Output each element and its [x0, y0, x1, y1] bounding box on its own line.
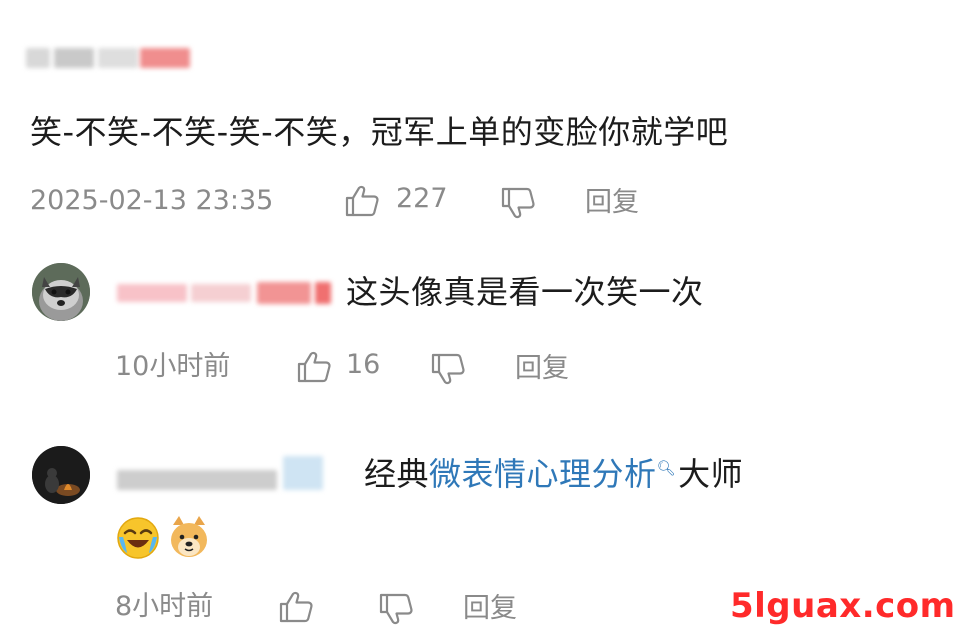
topic-link[interactable]: 微表情心理分析	[429, 455, 657, 493]
avatar[interactable]	[32, 263, 90, 321]
comment-reply-button[interactable]: 回复	[585, 186, 639, 220]
reply-dislike-button[interactable]	[378, 592, 414, 626]
reply-dislike-button[interactable]	[430, 352, 466, 386]
comment-dislike-button[interactable]	[500, 186, 536, 220]
reply-text: 经典微表情心理分析🔍︎大师	[364, 454, 743, 494]
reply-reply-button[interactable]: 回复	[515, 352, 569, 386]
thumbs-down-icon	[430, 352, 466, 386]
reply-reply-button[interactable]: 回复	[463, 592, 517, 626]
reply-text: 这头像真是看一次笑一次	[346, 273, 704, 311]
search-icon: 🔍︎	[656, 459, 677, 477]
reply-author-blurred[interactable]	[115, 278, 335, 308]
thumbs-up-icon	[296, 350, 332, 384]
emoji-row	[115, 513, 215, 563]
thumbs-down-icon	[378, 592, 414, 626]
comment-timestamp: 2025-02-13 23:35	[30, 185, 274, 216]
reply-time: 8小时前	[115, 591, 214, 622]
reply-time: 10小时前	[115, 351, 231, 382]
laughing-crying-emoji-icon	[115, 515, 161, 565]
reply-like-count: 16	[346, 349, 381, 380]
comment-like-button[interactable]: 227	[344, 182, 454, 218]
reply-like-button[interactable]	[278, 590, 314, 624]
thumbs-up-icon	[278, 590, 314, 624]
doge-emoji-icon	[165, 513, 213, 565]
comment-like-count: 227	[396, 183, 448, 214]
campfire-avatar-icon	[32, 446, 90, 504]
avatar[interactable]	[32, 446, 90, 504]
commenter-name-blurred[interactable]	[24, 44, 194, 72]
reply-text-prefix: 经典	[364, 455, 430, 493]
raccoon-avatar-icon	[32, 263, 90, 321]
thumbs-up-icon	[344, 184, 380, 218]
thumbs-down-icon	[500, 186, 536, 220]
reply-author-blurred[interactable]	[115, 452, 335, 494]
watermark: 5lguax.com	[730, 586, 956, 626]
reply-like-button[interactable]: 16	[296, 348, 386, 384]
reply-text-suffix: 大师	[678, 455, 744, 493]
comment-text: 笑-不笑-不笑-笑-不笑，冠军上单的变脸你就学吧	[30, 113, 729, 151]
